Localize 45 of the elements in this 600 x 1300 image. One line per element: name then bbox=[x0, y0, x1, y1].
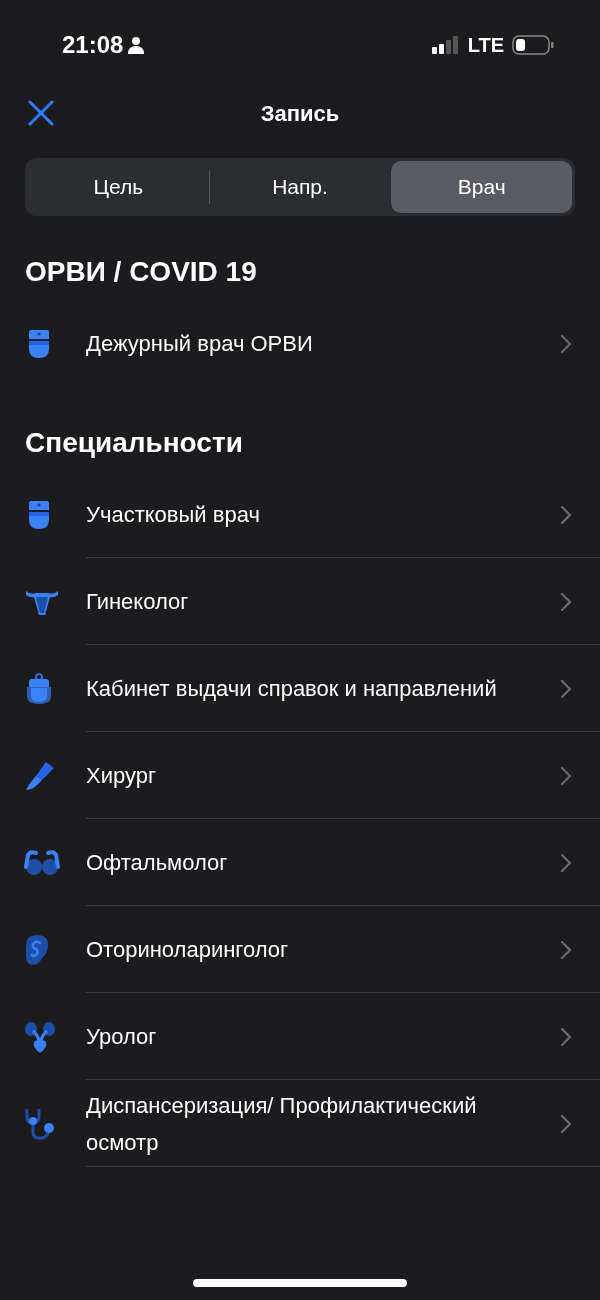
chevron-icon bbox=[560, 1113, 572, 1134]
close-button[interactable] bbox=[28, 100, 54, 126]
item-label: Диспансеризация/ Профилактический осмотр bbox=[86, 1091, 478, 1157]
chevron-icon bbox=[560, 852, 572, 873]
signal-icon bbox=[431, 36, 460, 54]
list-item[interactable]: Кабинет выдачи справок и направлений bbox=[0, 645, 600, 732]
chevron-icon bbox=[560, 939, 572, 960]
list-item[interactable]: Офтальмолог bbox=[0, 819, 600, 906]
list-item[interactable]: Уролог bbox=[0, 993, 600, 1080]
item-label: Кабинет выдачи справок и направлений bbox=[86, 675, 498, 703]
stethoscope-icon bbox=[24, 1106, 56, 1141]
segment-tab[interactable]: Врач bbox=[391, 161, 572, 213]
item-label: Хирург bbox=[86, 762, 157, 790]
segment-tab[interactable]: Напр. bbox=[209, 161, 391, 213]
item-label: Уролог bbox=[86, 1023, 158, 1051]
list-item[interactable]: Диспансеризация/ Профилактический осмотр bbox=[0, 1080, 600, 1167]
item-label: Офтальмолог bbox=[86, 849, 229, 877]
scalpel-icon bbox=[24, 759, 56, 792]
status-time: 21:08 bbox=[62, 31, 124, 59]
item-label: Участковый врач bbox=[86, 501, 261, 529]
item-label: Гинеколог bbox=[86, 588, 190, 616]
battery-icon bbox=[512, 35, 554, 55]
list-item[interactable]: Хирург bbox=[0, 732, 600, 819]
item-label: Дежурный врач ОРВИ bbox=[86, 330, 314, 358]
person-icon bbox=[127, 36, 146, 54]
chevron-icon bbox=[560, 504, 572, 525]
ear-icon bbox=[24, 933, 50, 966]
chevron-icon bbox=[560, 591, 572, 612]
list-item[interactable]: Гинеколог bbox=[0, 558, 600, 645]
glasses-icon bbox=[24, 848, 60, 877]
section-title: Специальности bbox=[25, 427, 244, 459]
network-label: LTE bbox=[467, 33, 504, 57]
item-label: Оториноларинголог bbox=[86, 936, 289, 964]
segment-tab[interactable]: Цель bbox=[28, 161, 209, 213]
list-item[interactable]: Участковый врач bbox=[0, 471, 600, 558]
chevron-icon bbox=[560, 333, 572, 354]
section-title: ОРВИ / COVID 19 bbox=[25, 256, 258, 288]
list-item[interactable]: Оториноларинголог bbox=[0, 906, 600, 993]
chevron-icon bbox=[560, 1026, 572, 1047]
kidney-icon bbox=[24, 1020, 56, 1053]
chevron-icon bbox=[560, 678, 572, 699]
screen-title: Запись bbox=[260, 101, 340, 127]
chevron-icon bbox=[560, 765, 572, 786]
doctor-icon bbox=[24, 672, 54, 705]
list-item[interactable]: Дежурный врач ОРВИ bbox=[0, 300, 600, 387]
